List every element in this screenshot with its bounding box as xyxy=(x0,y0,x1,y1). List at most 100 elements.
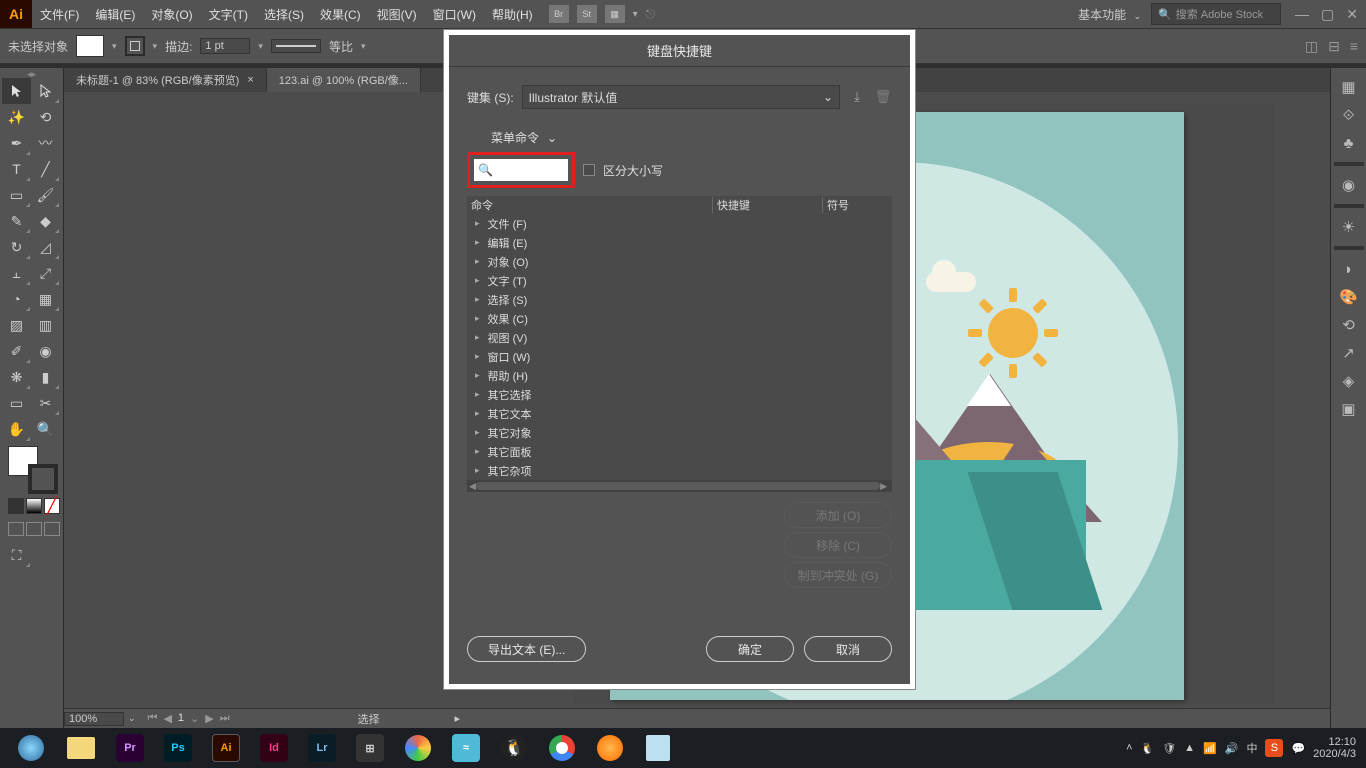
tree-item[interactable]: ▸文字 (T) xyxy=(467,271,892,290)
taskbar-app-generic1[interactable]: ⊞ xyxy=(346,730,394,766)
taskbar-app-generic3[interactable]: ≈ xyxy=(442,730,490,766)
properties-panel-icon[interactable]: ▦ xyxy=(1335,74,1363,100)
chevron-down-icon[interactable]: ▾ xyxy=(361,41,366,52)
layers-panel-icon[interactable]: ◈ xyxy=(1335,368,1363,394)
libraries-panel-icon[interactable]: ⟐ xyxy=(1335,102,1363,128)
shortcut-search-field[interactable] xyxy=(497,163,557,177)
lasso-tool[interactable]: ⟲ xyxy=(31,104,60,130)
shape-builder-tool[interactable]: ◔ xyxy=(2,286,31,312)
symbol-sprayer-tool[interactable]: ❋ xyxy=(2,364,31,390)
expand-icon[interactable]: ▸ xyxy=(475,389,480,400)
export-panel-icon[interactable]: ↗ xyxy=(1335,340,1363,366)
rotate-tool[interactable]: ↻ xyxy=(2,234,31,260)
screen-mode-tool[interactable]: ⛶ xyxy=(2,542,31,568)
tree-item[interactable]: ▸其它对象 xyxy=(467,423,892,442)
tree-item[interactable]: ▸帮助 (H) xyxy=(467,366,892,385)
pathfinder-panel-icon[interactable]: ◗ xyxy=(1335,256,1363,282)
taskbar-app-generic2[interactable] xyxy=(394,730,442,766)
stock-icon[interactable]: St xyxy=(577,5,597,23)
stroke-profile[interactable] xyxy=(271,39,321,53)
expand-icon[interactable]: ▸ xyxy=(475,465,480,476)
swatches-panel-icon[interactable]: 🎨 xyxy=(1335,284,1363,310)
taskbar-app-chrome[interactable] xyxy=(538,730,586,766)
first-icon[interactable]: ⏮ xyxy=(148,712,158,725)
menu-view[interactable]: 视图(V) xyxy=(369,6,425,23)
bridge-icon[interactable]: Br xyxy=(549,5,569,23)
artboard-number[interactable]: 1 xyxy=(178,712,184,725)
taskbar-app-lightroom[interactable]: Lr xyxy=(298,730,346,766)
shortcuts-tree[interactable]: ▸文件 (F) ▸编辑 (E) ▸对象 (O) ▸文字 (T) ▸选择 (S) … xyxy=(467,214,892,480)
selection-tool[interactable] xyxy=(2,78,31,104)
expand-icon[interactable]: ▸ xyxy=(475,370,480,381)
mesh-tool[interactable]: ▨ xyxy=(2,312,31,338)
color-panel-icon[interactable]: ☀ xyxy=(1335,214,1363,240)
eyedropper-tool[interactable]: ✐ xyxy=(2,338,31,364)
search-stock[interactable]: 🔍 搜索 Adobe Stock xyxy=(1151,3,1281,25)
command-type-select[interactable]: 菜单命令 ⌄ xyxy=(491,129,892,146)
column-shortcut[interactable]: 快捷键 xyxy=(712,197,822,213)
curvature-tool[interactable]: 〰 xyxy=(31,130,60,156)
scale-tool[interactable]: ◿ xyxy=(31,234,60,260)
cc-panel-icon[interactable]: ◉ xyxy=(1335,172,1363,198)
draw-inside-icon[interactable] xyxy=(44,522,60,536)
links-panel-icon[interactable]: ⟲ xyxy=(1335,312,1363,338)
direct-selection-tool[interactable] xyxy=(31,78,60,104)
type-tool[interactable]: T xyxy=(2,156,31,182)
prefs-icon[interactable]: ≡ xyxy=(1350,38,1358,55)
tree-item[interactable]: ▸窗口 (W) xyxy=(467,347,892,366)
free-transform-tool[interactable]: ⤢ xyxy=(31,260,60,286)
perspective-grid-tool[interactable]: ▦ xyxy=(31,286,60,312)
case-sensitive-checkbox[interactable] xyxy=(583,164,595,176)
expand-icon[interactable]: ▸ xyxy=(475,408,480,419)
tree-item[interactable]: ▸对象 (O) xyxy=(467,252,892,271)
toolbar-handle[interactable]: ◂▸ xyxy=(2,70,61,78)
tree-item[interactable]: ▸其它杂项 xyxy=(467,461,892,480)
line-tool[interactable]: ╱ xyxy=(31,156,60,182)
gradient-icon[interactable] xyxy=(26,498,42,514)
expand-icon[interactable]: ▸ xyxy=(475,237,480,248)
column-symbol[interactable]: 符号 xyxy=(822,197,892,213)
tray-network-icon[interactable]: ▲ xyxy=(1184,742,1195,754)
zoom-tool[interactable]: 🔍 xyxy=(31,416,60,442)
column-graph-tool[interactable]: ▮ xyxy=(31,364,60,390)
tray-qq-icon[interactable]: 🐧 xyxy=(1141,742,1155,755)
menu-file[interactable]: 文件(F) xyxy=(32,6,87,23)
gpu-icon[interactable]: ⎋ xyxy=(646,7,656,22)
none-icon[interactable]: ╱ xyxy=(44,498,60,514)
pen-tool[interactable]: ✒ xyxy=(2,130,31,156)
last-icon[interactable]: ⏭ xyxy=(220,712,230,725)
status-dropdown-icon[interactable]: ▸ xyxy=(454,712,460,725)
tree-item[interactable]: ▸文件 (F) xyxy=(467,214,892,233)
solid-color-icon[interactable] xyxy=(8,498,24,514)
menu-select[interactable]: 选择(S) xyxy=(256,6,312,23)
close-icon[interactable]: ✕ xyxy=(1346,6,1358,23)
tray-expand-icon[interactable]: ˄ xyxy=(1126,742,1132,754)
taskbar-app-firefox[interactable] xyxy=(586,730,634,766)
magic-wand-tool[interactable]: ✨ xyxy=(2,104,31,130)
arrange-icon[interactable]: ▦ xyxy=(605,5,625,23)
menu-type[interactable]: 文字(T) xyxy=(201,6,256,23)
taskbar-app-premiere[interactable]: Pr xyxy=(106,730,154,766)
tree-item[interactable]: ▸其它文本 xyxy=(467,404,892,423)
tree-horizontal-scrollbar[interactable]: ◀ ▶ xyxy=(467,480,892,492)
width-tool[interactable]: ⫠ xyxy=(2,260,31,286)
tree-item[interactable]: ▸视图 (V) xyxy=(467,328,892,347)
shaper-tool[interactable]: ✎ xyxy=(2,208,31,234)
draw-normal-icon[interactable] xyxy=(8,522,24,536)
artboard-tool[interactable]: ▭ xyxy=(2,390,31,416)
menu-object[interactable]: 对象(O) xyxy=(143,6,200,23)
eraser-tool[interactable]: ◆ xyxy=(31,208,60,234)
fill-swatch[interactable] xyxy=(76,35,104,57)
column-command[interactable]: 命令 xyxy=(467,197,712,213)
draw-behind-icon[interactable] xyxy=(26,522,42,536)
workspace-switcher[interactable]: 基本功能 ⌄ xyxy=(1074,4,1145,25)
document-tab[interactable]: 123.ai @ 100% (RGB/像... xyxy=(267,68,421,92)
appearance-panel-icon[interactable]: ♣ xyxy=(1335,130,1363,156)
slice-tool[interactable]: ✂ xyxy=(31,390,60,416)
tray-wifi-icon[interactable]: 📶 xyxy=(1203,742,1217,755)
chevron-down-icon[interactable]: ▾ xyxy=(153,41,158,52)
taskbar-app-qq[interactable]: 🐧 xyxy=(490,730,538,766)
align-icon[interactable]: ◫ xyxy=(1305,38,1318,55)
fill-stroke-swatch[interactable] xyxy=(8,446,58,494)
tree-item[interactable]: ▸其它面板 xyxy=(467,442,892,461)
